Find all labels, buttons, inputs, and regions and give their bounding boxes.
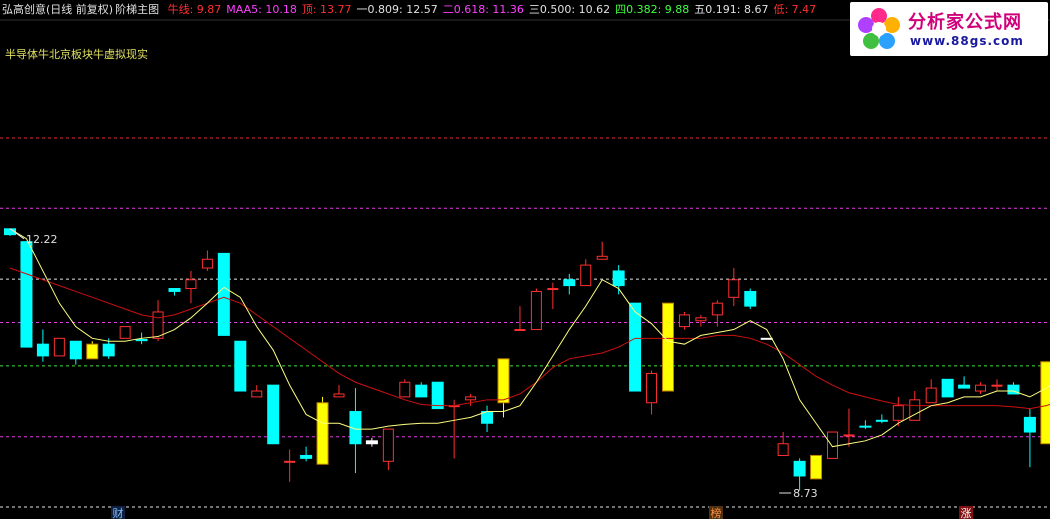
candle-body-62 <box>1023 416 1036 433</box>
candle-body-59 <box>975 384 987 392</box>
candle-body-8 <box>135 338 148 342</box>
chart-window[interactable]: 12.22 8.73 财 榜 涨 弘高创意(日线 前复权) 阶梯主图 牛线: 9.87 MA… <box>0 0 1050 519</box>
header-value-1: MAA5: 10.18 <box>226 3 297 16</box>
candle-body-3 <box>53 337 65 357</box>
candle-body-25 <box>415 384 428 398</box>
candle-body-49 <box>810 454 823 480</box>
candle-body-19 <box>316 402 329 465</box>
header-value-4: 二0.618: 11.36 <box>442 3 524 16</box>
candle-body-48 <box>793 460 806 477</box>
candle-body-18 <box>300 454 313 459</box>
candle-body-58 <box>958 384 971 389</box>
bottom-tag-1: 榜 <box>711 506 722 519</box>
candle-body-4 <box>69 340 82 360</box>
candle-body-14 <box>234 340 247 392</box>
candle-body-52 <box>859 425 872 428</box>
sector-tags: 半导体牛北京板块牛虚拟现实 <box>5 48 148 61</box>
candle-body-26 <box>431 381 444 410</box>
candle-body-5 <box>86 343 99 360</box>
header-value-2: 顶: 13.77 <box>301 3 352 16</box>
indicator-name: 阶梯主图 <box>115 3 160 16</box>
candle-body-35 <box>580 264 592 287</box>
bottom-tag-0: 财 <box>113 506 124 519</box>
candlestick-chart[interactable]: 12.22 8.73 财 榜 涨 <box>0 0 1050 519</box>
candle-body-13 <box>217 252 230 336</box>
candle-body-34 <box>563 279 576 287</box>
candle-body-41 <box>678 314 690 328</box>
candle-body-56 <box>925 387 937 404</box>
candle-body-63 <box>1040 361 1050 445</box>
flower-logo-icon <box>858 8 900 49</box>
candle-body-32 <box>530 290 542 331</box>
header-value-8: 低: 7.47 <box>773 3 817 16</box>
header-value-6: 四0.382: 9.88 <box>615 3 690 16</box>
candle-body-44 <box>728 279 740 298</box>
candle-body-40 <box>662 302 674 392</box>
candle-body-30 <box>497 358 510 404</box>
candle-body-47 <box>777 443 789 456</box>
low-marker-label: 8.73 <box>793 487 818 500</box>
candle-body-37 <box>612 270 625 287</box>
indicator-header: 弘高创意(日线 前复权) 阶梯主图 牛线: 9.87 MAA5: 10.18 顶: 1… <box>2 2 826 18</box>
candle-body-36 <box>596 255 608 260</box>
stock-title: 弘高创意(日线 前复权) <box>2 3 114 16</box>
candle-body-51 <box>843 434 855 437</box>
bottom-tag-2: 涨 <box>961 507 972 519</box>
logo-name: 分析家公式网 <box>908 12 1022 33</box>
candle-body-11 <box>185 279 197 290</box>
candle-body-38 <box>629 302 642 392</box>
candle-body-9 <box>152 311 164 339</box>
candle-body-6 <box>102 343 115 357</box>
candle-body-55 <box>909 399 921 421</box>
candle-body-24 <box>399 381 411 398</box>
candle-body-10 <box>168 288 181 292</box>
candle-body-23 <box>382 428 394 462</box>
header-value-5: 三0.500: 10.62 <box>528 3 611 16</box>
high-marker-label: 12.22 <box>26 233 58 246</box>
candle-body-60 <box>991 384 1003 387</box>
header-value-0: 牛线: 9.87 <box>167 3 222 16</box>
candle-body-39 <box>646 372 658 404</box>
candle-body-53 <box>875 419 888 422</box>
site-logo: 分析家公式网 www.88gs.com <box>850 2 1048 56</box>
candle-body-31 <box>514 329 526 332</box>
candle-body-7 <box>119 326 131 339</box>
ma-red-line <box>9 267 1050 410</box>
candle-body-46 <box>760 337 773 340</box>
header-value-7: 五0.191: 8.67 <box>694 3 769 16</box>
candle-body-2 <box>36 343 49 357</box>
candle-body-45 <box>744 290 757 307</box>
candle-body-22 <box>365 440 378 445</box>
candle-body-50 <box>827 431 838 459</box>
candle-body-12 <box>201 258 213 269</box>
candle-body-57 <box>941 378 954 398</box>
candle-body-1 <box>20 241 33 348</box>
candle-body-43 <box>711 302 723 316</box>
candle-body-17 <box>284 460 296 463</box>
logo-url: www.88gs.com <box>910 34 1024 48</box>
candle-body-20 <box>333 393 345 398</box>
candle-body-42 <box>695 317 707 322</box>
header-value-3: 一0.809: 12.57 <box>356 3 438 16</box>
candle-body-16 <box>267 384 280 445</box>
candle-body-15 <box>251 390 263 398</box>
candle-body-28 <box>465 396 477 401</box>
candle-body-33 <box>547 288 559 291</box>
candle-body-54 <box>892 405 904 421</box>
